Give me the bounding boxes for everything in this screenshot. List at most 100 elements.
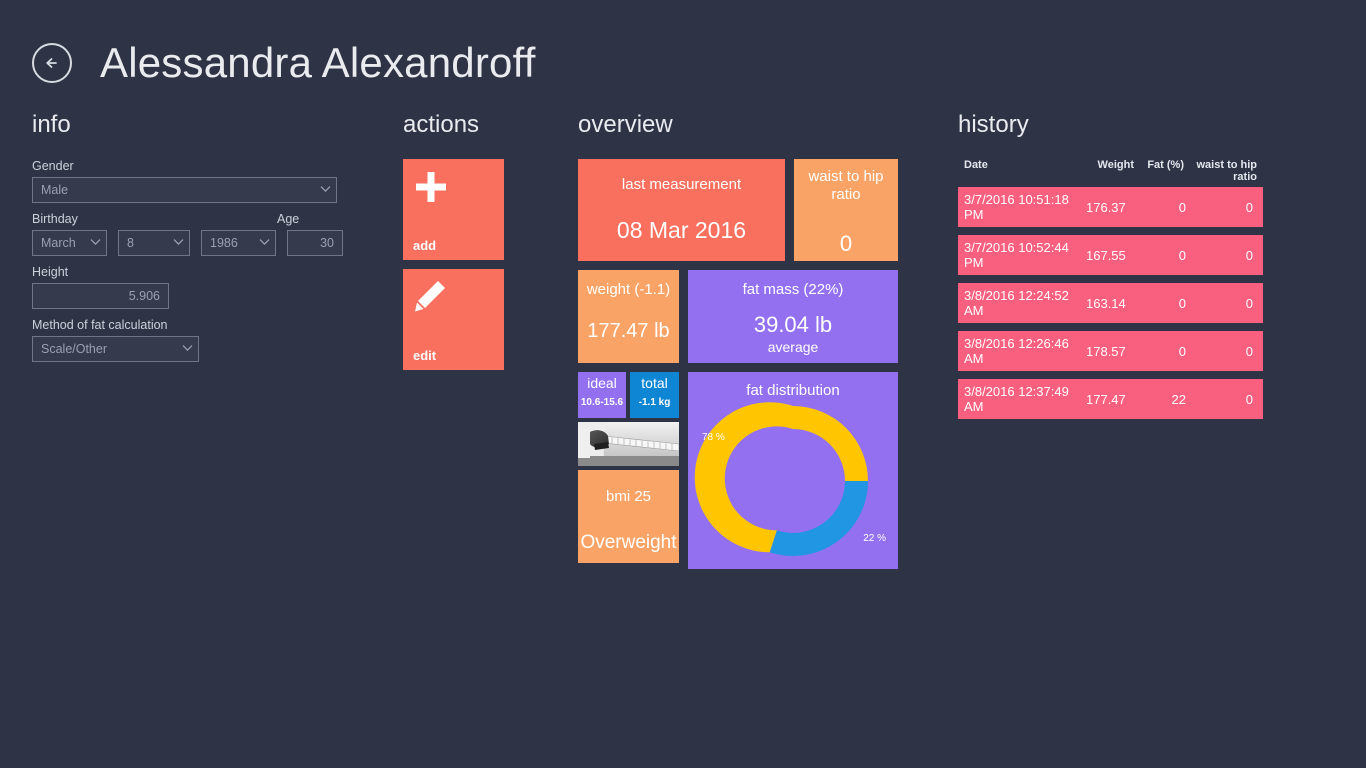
fat-method-value: Scale/Other <box>41 342 108 356</box>
fat-mass-sub: average <box>767 339 819 355</box>
fat-distribution-donut-chart: 78 % 22 % <box>688 394 898 569</box>
waist-to-hip-value: 0 <box>839 231 853 256</box>
cell-fat: 22 <box>1171 391 1186 407</box>
overview-row-2: weight (-1.1) 177.47 lb fat mass (22%) 3… <box>578 270 898 363</box>
cell-fat: 0 <box>1178 247 1186 263</box>
cell-date: 3/8/2016 12:26:46 AM <box>964 336 1069 366</box>
birth-day-select[interactable]: 8 <box>118 230 190 256</box>
chevron-down-icon <box>173 238 184 247</box>
pencil-icon <box>413 279 447 318</box>
donut-label-lean: 78 % <box>702 432 725 443</box>
donut-slice-lean-cap <box>793 406 868 481</box>
fat-mass-title: fat mass (22%) <box>742 281 844 298</box>
bmi-value: Overweight <box>580 532 677 553</box>
age-label: Age <box>277 212 300 226</box>
gender-select[interactable]: Male <box>32 177 337 203</box>
cell-weight: 178.57 <box>1086 343 1126 359</box>
overview-row-1: last measurement 08 Mar 2016 waist to hi… <box>578 159 898 261</box>
cell-whr: 0 <box>1245 247 1253 263</box>
history-section-title: history <box>958 111 1029 138</box>
page-title: Alessandra Alexandroff <box>100 39 536 86</box>
overview-row-3: ideal 10.6-15.6 total -1.1 kg bmi 25 Ove… <box>578 372 898 569</box>
height-field[interactable]: 5.906 <box>32 283 169 309</box>
height-label: Height <box>32 265 69 279</box>
birth-month-value: March <box>41 236 76 250</box>
total-value: -1.1 kg <box>638 397 671 408</box>
donut-slice-fat <box>769 481 868 556</box>
history-table-body: 3/7/2016 10:51:18 PM 176.37 0 0 3/7/2016… <box>958 187 1263 419</box>
cell-fat: 0 <box>1178 295 1186 311</box>
table-row[interactable]: 3/7/2016 10:52:44 PM 167.55 0 0 <box>958 235 1263 275</box>
last-measurement-title: last measurement <box>621 176 742 193</box>
edit-measurement-tile[interactable]: edit <box>403 269 504 370</box>
column-header-whr: waist to hip ratio <box>1196 159 1258 183</box>
history-section: history Date Weight Fat (%) waist to hip… <box>958 113 1263 427</box>
add-measurement-tile[interactable]: add <box>403 159 504 260</box>
overview-section: overview last measurement 08 Mar 2016 wa… <box>578 113 898 569</box>
gender-value: Male <box>41 183 69 197</box>
weight-tile[interactable]: weight (-1.1) 177.47 lb <box>578 270 679 363</box>
column-header-weight: Weight <box>1097 159 1134 171</box>
cell-date: 3/8/2016 12:24:52 AM <box>964 288 1069 318</box>
last-measurement-value: 08 Mar 2016 <box>616 217 747 243</box>
page-header: Alessandra Alexandroff <box>32 42 536 84</box>
fat-method-select[interactable]: Scale/Other <box>32 336 199 362</box>
ideal-total-pair: ideal 10.6-15.6 total -1.1 kg <box>578 372 679 418</box>
cell-whr: 0 <box>1245 199 1253 215</box>
method-label: Method of fat calculation <box>32 318 168 332</box>
cell-whr: 0 <box>1245 391 1253 407</box>
info-section: info Gender Male Birthday Age March 8 19… <box>32 113 362 362</box>
cell-fat: 0 <box>1178 199 1186 215</box>
age-field[interactable]: 30 <box>287 230 343 256</box>
ideal-value: 10.6-15.6 <box>580 397 624 408</box>
back-button[interactable] <box>32 43 72 83</box>
gender-label: Gender <box>32 159 74 173</box>
birth-year-value: 1986 <box>210 236 238 250</box>
chevron-down-icon <box>259 238 270 247</box>
total-tile[interactable]: total -1.1 kg <box>630 372 679 418</box>
donut-label-fat: 22 % <box>863 533 886 544</box>
age-value: 30 <box>320 236 334 250</box>
cell-weight: 167.55 <box>1086 247 1126 263</box>
cell-whr: 0 <box>1245 295 1253 311</box>
cell-weight: 176.37 <box>1086 199 1126 215</box>
fat-distribution-tile[interactable]: fat distribution 78 % 22 % <box>688 372 898 569</box>
cell-whr: 0 <box>1245 343 1253 359</box>
info-section-title: info <box>32 111 71 138</box>
birth-month-select[interactable]: March <box>32 230 107 256</box>
edit-tile-label: edit <box>413 348 437 363</box>
table-row[interactable]: 3/7/2016 10:51:18 PM 176.37 0 0 <box>958 187 1263 227</box>
cell-date: 3/7/2016 10:51:18 PM <box>964 192 1069 222</box>
ideal-tile[interactable]: ideal 10.6-15.6 <box>578 372 626 418</box>
height-value: 5.906 <box>128 289 160 303</box>
history-table-header: Date Weight Fat (%) waist to hip ratio <box>958 159 1263 187</box>
cell-date: 3/8/2016 12:37:49 AM <box>964 384 1069 414</box>
table-row[interactable]: 3/8/2016 12:24:52 AM 163.14 0 0 <box>958 283 1263 323</box>
column-header-date: Date <box>964 159 988 171</box>
last-measurement-tile[interactable]: last measurement 08 Mar 2016 <box>578 159 785 261</box>
donut-slice-lean <box>694 402 793 553</box>
waist-to-hip-title: waist to hip ratio <box>808 168 884 203</box>
ideal-title: ideal <box>587 375 617 391</box>
overview-left-stack: ideal 10.6-15.6 total -1.1 kg bmi 25 Ove… <box>578 372 679 563</box>
bmi-tile[interactable]: bmi 25 Overweight <box>578 470 679 563</box>
table-row[interactable]: 3/8/2016 12:37:49 AM 177.47 22 0 <box>958 379 1263 419</box>
app-root: Alessandra Alexandroff info Gender Male … <box>0 0 1366 768</box>
back-arrow-icon <box>41 52 63 74</box>
birth-day-value: 8 <box>127 236 134 250</box>
birth-year-select[interactable]: 1986 <box>201 230 276 256</box>
cell-date: 3/7/2016 10:52:44 PM <box>964 240 1069 270</box>
fat-mass-tile[interactable]: fat mass (22%) 39.04 lb average <box>688 270 898 363</box>
add-tile-label: add <box>413 238 437 253</box>
total-title: total <box>641 375 668 391</box>
column-header-fat: Fat (%) <box>1147 159 1184 171</box>
weight-title: weight (-1.1) <box>586 281 671 298</box>
chevron-down-icon <box>182 344 193 353</box>
cell-weight: 163.14 <box>1086 295 1126 311</box>
chevron-down-icon <box>320 185 331 194</box>
fat-mass-value: 39.04 lb <box>753 312 833 337</box>
table-row[interactable]: 3/8/2016 12:26:46 AM 178.57 0 0 <box>958 331 1263 371</box>
waist-to-hip-tile[interactable]: waist to hip ratio 0 <box>794 159 898 261</box>
waist-measurement-photo[interactable] <box>578 422 679 466</box>
actions-section: actions add edit <box>403 113 553 379</box>
